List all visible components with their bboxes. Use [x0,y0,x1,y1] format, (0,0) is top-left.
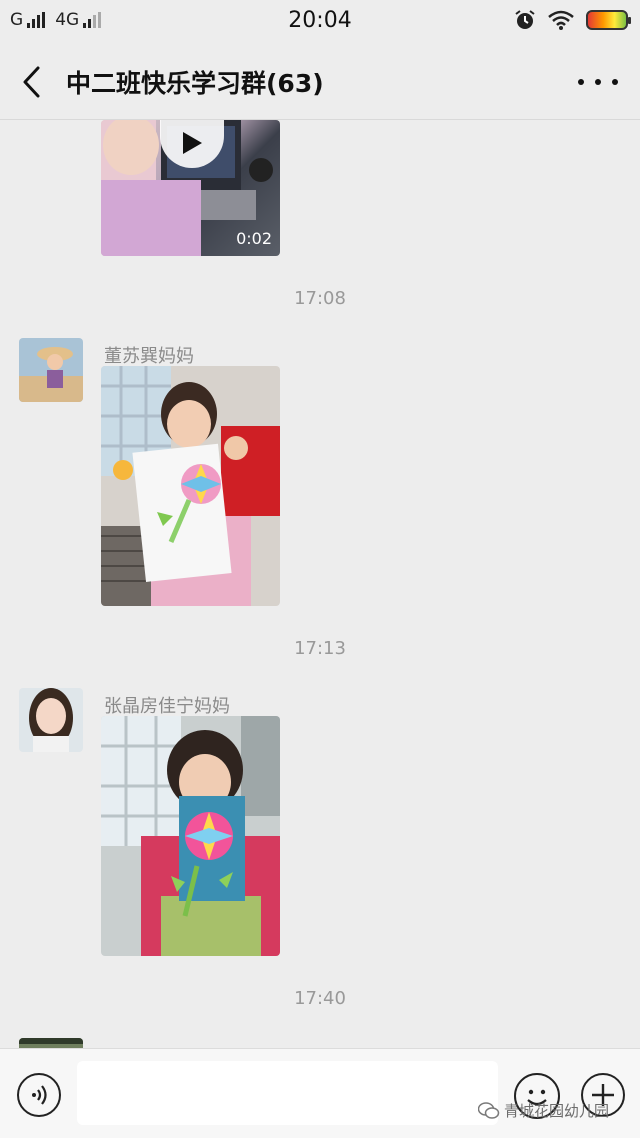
avatar[interactable] [19,688,83,752]
chat-messages[interactable]: 0:02 17:08 董苏巽妈妈 17:13 张晶房佳宁妈妈 17:40 [0,120,640,1048]
more-dots-icon[interactable] [578,68,618,96]
video-duration: 0:02 [236,229,272,248]
voice-icon[interactable] [17,1073,61,1117]
alarm-icon [515,10,535,29]
image-message[interactable] [101,366,280,606]
status-icons [514,9,631,31]
image-message[interactable] [101,716,280,956]
timestamp: 17:40 [294,988,346,1009]
wechat-icon [478,1101,500,1119]
video-thumbnail[interactable]: 0:02 [101,120,280,256]
page-title: 中二班快乐学习群(63) [66,69,324,98]
timestamp: 17:13 [294,638,346,659]
watermark: 青城花园幼儿园 [478,1100,609,1121]
timestamp: 17:08 [294,288,346,309]
avatar[interactable] [19,1038,83,1048]
sender-name: 董苏巽妈妈 [104,346,194,367]
avatar[interactable] [19,338,83,402]
wifi-icon [548,10,574,30]
sender-name: 张晶房佳宁妈妈 [104,696,230,717]
chevron-left-icon[interactable] [18,64,48,100]
chat-header: 中二班快乐学习群(63) [0,44,640,120]
battery-icon [586,10,631,30]
status-bar: G 4G 20:04 [0,0,640,44]
input-bar [0,1048,640,1138]
watermark-text: 青城花园幼儿园 [504,1102,610,1120]
message-input[interactable] [77,1061,498,1125]
